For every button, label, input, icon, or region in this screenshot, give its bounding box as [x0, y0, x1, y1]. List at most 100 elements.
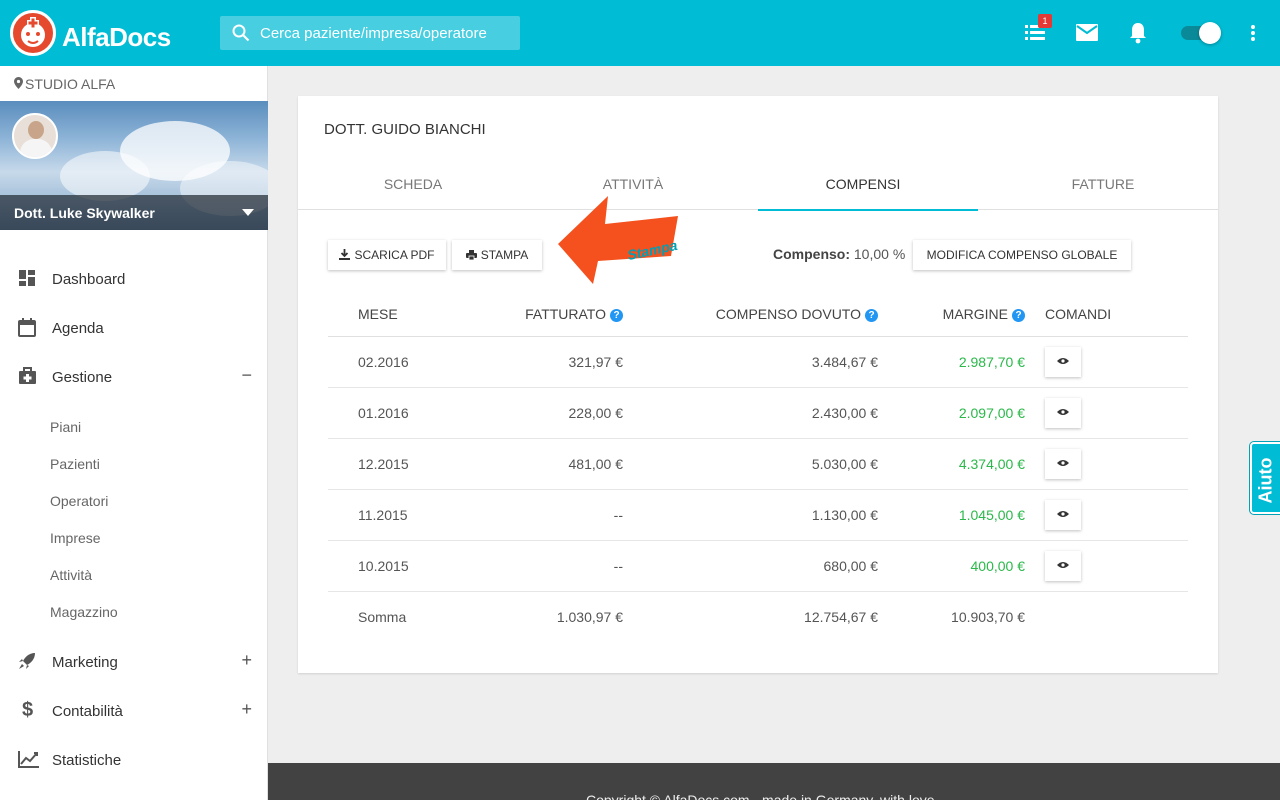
- help-tab-label: Aiuto: [1255, 457, 1276, 504]
- calendar-icon: [18, 318, 38, 338]
- column-header-margine: MARGINE?: [878, 292, 1025, 337]
- cell-sum-label: Somma: [358, 608, 407, 625]
- cell-fatturato: 321,97 €: [448, 336, 623, 388]
- edit-global-compensation-button[interactable]: MODIFICA COMPENSO GLOBALE: [913, 240, 1131, 270]
- cell-empty: [1025, 591, 1188, 642]
- column-header-label: FATTURATO: [525, 305, 606, 322]
- toggle-knob: [1199, 22, 1221, 44]
- sidebar-subitem-attivita[interactable]: Attività: [50, 567, 92, 583]
- caret-down-icon[interactable]: [242, 209, 254, 216]
- sidebar: STUDIO ALFA Dott. Luke Skywalker Dashboa…: [0, 66, 268, 800]
- top-app-bar: AlfaDocs 1: [0, 0, 1280, 66]
- cell-sum-compenso: 12.754,67 €: [804, 608, 878, 625]
- view-button[interactable]: [1045, 347, 1081, 377]
- column-header-comandi: COMANDI: [1025, 292, 1188, 337]
- sidebar-item-statistiche[interactable]: Statistiche: [0, 740, 268, 780]
- expand-icon[interactable]: +: [241, 650, 252, 671]
- cell-margine: 2.987,70 €: [878, 336, 1025, 388]
- cell-comandi: [1025, 540, 1188, 592]
- footer: Copyright © AlfaDocs.com - made in Germa…: [268, 763, 1280, 800]
- cell-fatturato: 481,00 €: [448, 438, 623, 490]
- sidebar-item-gestione[interactable]: Gestione −: [0, 357, 268, 397]
- page-title: DOTT. GUIDO BIANCHI: [324, 121, 486, 138]
- sidebar-item-marketing[interactable]: Marketing +: [0, 642, 268, 682]
- column-header-label: MARGINE: [942, 305, 1008, 322]
- cell-compenso: 680,00 €: [623, 540, 878, 592]
- cell-mese: 12.2015: [328, 438, 448, 490]
- column-header-mese: MESE: [328, 292, 448, 337]
- cell-fatturato: --: [448, 540, 623, 592]
- chart-line-icon: [18, 750, 39, 770]
- tab-fatture[interactable]: FATTURE: [988, 164, 1218, 210]
- collapse-icon[interactable]: −: [241, 365, 252, 386]
- sidebar-subitem-operatori[interactable]: Operatori: [50, 493, 108, 509]
- theme-toggle-switch[interactable]: [1181, 22, 1221, 44]
- compensation-value: 10,00 %: [853, 246, 906, 262]
- sidebar-subitem-magazzino[interactable]: Magazzino: [50, 604, 118, 620]
- alfadocs-logo[interactable]: [10, 10, 56, 56]
- table-header-row: MESE FATTURATO? COMPENSO DOVUTO? MARGINE…: [328, 292, 1188, 337]
- download-pdf-button[interactable]: SCARICA PDF: [328, 240, 446, 270]
- avatar[interactable]: [12, 113, 58, 159]
- sidebar-item-label: Dashboard: [52, 271, 126, 288]
- download-pdf-label: SCARICA PDF: [354, 247, 435, 262]
- view-button[interactable]: [1045, 398, 1081, 428]
- search-input[interactable]: [260, 16, 515, 50]
- cell-mese: 10.2015: [328, 540, 448, 592]
- dollar-icon: $: [22, 699, 34, 721]
- view-button[interactable]: [1045, 551, 1081, 581]
- profile-name: Dott. Luke Skywalker: [14, 205, 155, 221]
- cell-fatturato: --: [448, 489, 623, 541]
- brand-name: AlfaDocs: [62, 22, 171, 52]
- more-vertical-icon[interactable]: [1250, 24, 1256, 47]
- studio-selector[interactable]: STUDIO ALFA: [14, 76, 115, 92]
- tab-compensi[interactable]: COMPENSI: [748, 164, 978, 211]
- dashboard-icon: [18, 269, 38, 289]
- eye-icon: [1057, 460, 1069, 466]
- compensation-label: Compenso:: [773, 246, 850, 262]
- cell-margine: 400,00 €: [878, 540, 1025, 592]
- cell-compenso: 3.484,67 €: [623, 336, 878, 388]
- print-icon: [465, 249, 477, 263]
- sidebar-item-agenda[interactable]: Agenda: [0, 308, 268, 348]
- tab-scheda[interactable]: SCHEDA: [298, 164, 528, 210]
- rocket-icon: [18, 652, 38, 672]
- cell-margine: 1.045,00 €: [878, 489, 1025, 541]
- expand-icon[interactable]: +: [241, 699, 252, 720]
- print-button[interactable]: STAMPA: [452, 240, 542, 270]
- profile-banner[interactable]: Dott. Luke Skywalker: [0, 101, 268, 230]
- search-icon: [232, 24, 250, 47]
- cell-compenso: 2.430,00 €: [623, 387, 878, 439]
- sidebar-subitem-pazienti[interactable]: Pazienti: [50, 456, 100, 472]
- cell-comandi: [1025, 387, 1188, 439]
- notification-count-badge: 1: [1038, 14, 1052, 28]
- help-icon[interactable]: ?: [865, 308, 878, 322]
- column-header-label: MESE: [358, 305, 398, 322]
- view-button[interactable]: [1045, 449, 1081, 479]
- sidebar-item-dashboard[interactable]: Dashboard: [0, 259, 268, 299]
- bell-icon[interactable]: [1129, 22, 1147, 49]
- profile-bar[interactable]: Dott. Luke Skywalker: [0, 195, 268, 230]
- footer-copyright: Copyright © AlfaDocs.com - made in Germa…: [586, 792, 935, 800]
- cell-comandi: [1025, 489, 1188, 541]
- download-icon: [339, 248, 351, 263]
- sidebar-subitem-piani[interactable]: Piani: [50, 419, 81, 435]
- search-bar[interactable]: [220, 16, 520, 50]
- column-header-label: COMANDI: [1045, 305, 1112, 322]
- view-button[interactable]: [1045, 500, 1081, 530]
- help-icon[interactable]: ?: [610, 308, 623, 322]
- cell-comandi: [1025, 336, 1188, 388]
- sidebar-subitem-imprese[interactable]: Imprese: [50, 530, 101, 546]
- table-row: 11.2015 -- 1.130,00 € 1.045,00 €: [328, 489, 1188, 541]
- help-icon[interactable]: ?: [1012, 308, 1025, 322]
- sidebar-item-contabilita[interactable]: $ Contabilità +: [0, 691, 268, 731]
- sidebar-item-label: Contabilità: [52, 703, 123, 720]
- mail-icon[interactable]: [1076, 24, 1098, 47]
- compensation-table: MESE FATTURATO? COMPENSO DOVUTO? MARGINE…: [328, 292, 1188, 642]
- help-tab[interactable]: Aiuto: [1250, 442, 1280, 514]
- column-header-compenso: COMPENSO DOVUTO?: [623, 292, 878, 337]
- sidebar-item-label: Statistiche: [52, 752, 122, 769]
- table-row: 12.2015 481,00 € 5.030,00 € 4.374,00 €: [328, 438, 1188, 490]
- studio-name: STUDIO ALFA: [25, 76, 116, 92]
- table-row: 02.2016 321,97 € 3.484,67 € 2.987,70 €: [328, 336, 1188, 388]
